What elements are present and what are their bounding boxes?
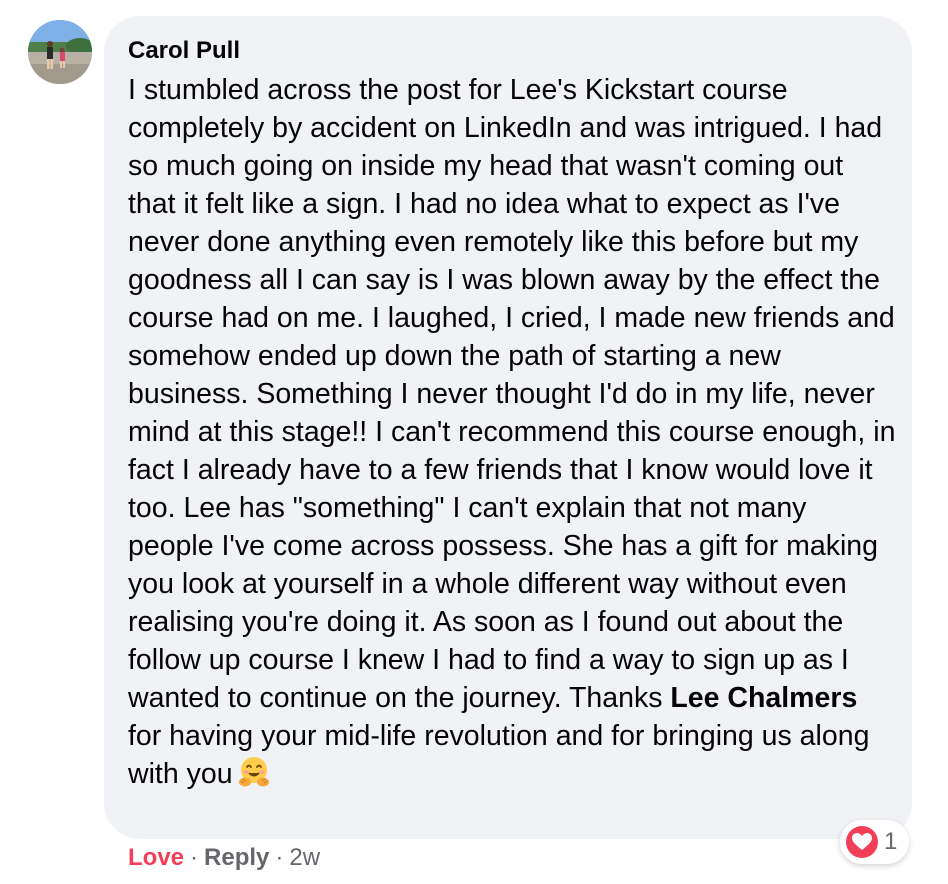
mention-link[interactable]: Lee Chalmers: [670, 682, 857, 714]
avatar[interactable]: [28, 20, 92, 84]
separator-dot: ·: [275, 844, 284, 871]
reaction-count: 1: [884, 828, 898, 855]
love-button[interactable]: Love: [128, 844, 184, 871]
comment-timestamp[interactable]: 2w: [289, 844, 320, 871]
reaction-summary[interactable]: 1: [840, 820, 910, 864]
comment-body: I stumbled across the post for Lee's Kic…: [128, 71, 898, 799]
love-heart-icon: [846, 826, 878, 858]
hugging-face-emoji-icon: [237, 755, 271, 799]
comment-actions: Love · Reply · 2w: [128, 842, 320, 874]
reply-button[interactable]: Reply: [204, 844, 269, 871]
comment-bubble: Carol Pull I stumbled across the post fo…: [104, 16, 912, 839]
avatar-photo: [28, 20, 92, 84]
comment: Carol Pull I stumbled across the post fo…: [0, 0, 948, 884]
comment-author[interactable]: Carol Pull: [128, 36, 888, 66]
separator-dot: ·: [190, 844, 199, 871]
comment-body-text-1: I stumbled across the post for Lee's Kic…: [128, 74, 896, 714]
